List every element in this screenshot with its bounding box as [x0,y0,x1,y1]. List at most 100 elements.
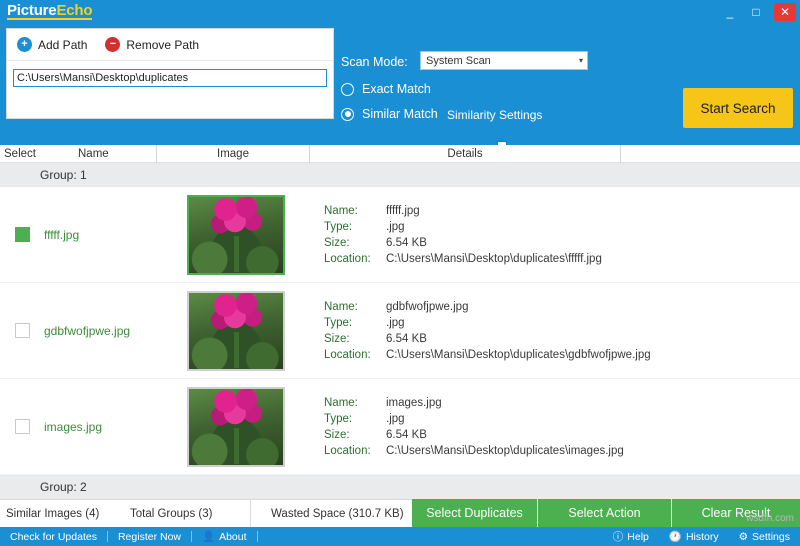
settings-link[interactable]: ⚙ Settings [729,531,800,543]
register-now-label: Register Now [117,530,181,543]
check-for-updates-link[interactable]: Check for Updates [0,531,107,543]
gear-icon: ⚙ [738,530,749,543]
table-row[interactable]: gdbfwofjpwe.jpg Name: gdbfwofjpwe.jpg Typ… [0,283,800,379]
footer-right-group: ⓘ Help 🕐 History ⚙ Settings [603,529,800,544]
image-thumbnail[interactable] [186,194,285,275]
column-header-name[interactable]: Name [78,145,156,163]
select-duplicates-button[interactable]: Select Duplicates [412,499,538,527]
detail-name-key: Name: [324,300,358,313]
detail-name-value: fffff.jpg [386,204,420,217]
scan-mode-label: Scan Mode: [341,55,408,69]
row-thumbnail-cell[interactable] [159,386,312,467]
remove-path-label: Remove Path [126,37,200,52]
chevron-down-icon: ▾ [578,56,583,65]
question-icon: ⓘ [612,531,624,543]
row-select-cell[interactable] [0,323,44,338]
header-divider [620,144,621,163]
row-file-name: gdbfwofjpwe.jpg [44,323,131,338]
detail-name-value: images.jpg [386,396,442,409]
column-header-details[interactable]: Details [310,145,620,163]
column-headers: Select Name Image Details [0,144,800,163]
app-window: PictureEcho _ □ ✕ + Add Path − Remove Pa… [0,0,800,546]
row-thumbnail-cell[interactable] [159,194,312,275]
flower-shape [209,292,262,335]
register-now-link[interactable]: Register Now [108,531,191,543]
image-thumbnail[interactable] [186,290,285,371]
detail-size-key: Size: [324,236,350,249]
path-selection-box: + Add Path − Remove Path [6,28,334,119]
logo-underline [7,18,93,20]
column-header-image[interactable]: Image [157,145,309,163]
check-for-updates-label: Check for Updates [10,530,97,543]
column-header-select[interactable]: Select [0,145,78,163]
start-search-button[interactable]: Start Search [683,88,793,128]
group-header: Group: 2 [0,475,800,499]
row-select-cell[interactable] [0,419,44,434]
row-file-name: images.jpg [44,419,103,434]
group-header: Group: 1 [0,163,800,187]
scan-mode-value: System Scan [426,54,491,67]
similar-match-radio-icon[interactable] [341,107,354,121]
watermark: wsdfn.com [746,513,794,524]
plus-icon: + [17,37,32,52]
history-label: History [685,530,719,543]
minimize-button[interactable]: _ [722,6,738,18]
path-toolbar: + Add Path − Remove Path [7,29,333,61]
detail-location-value: C:\Users\Mansi\Desktop\duplicates\gdbfwo… [386,348,651,361]
add-path-label: Add Path [38,37,88,52]
row-details-cell: Name: gdbfwofjpwe.jpg Type: .jpg Size: 6.54… [312,299,800,363]
control-panel: + Add Path − Remove Path Scan Mode: Syst… [0,25,800,161]
detail-type-value: .jpg [386,316,405,329]
about-link[interactable]: 👤 About [192,530,257,544]
add-path-button[interactable]: + Add Path [17,37,87,52]
window-controls: _ □ ✕ [722,3,796,21]
status-wasted-space: Wasted Space (310.7 KB) [271,507,404,520]
help-link[interactable]: ⓘ Help [603,529,659,544]
detail-name-key: Name: [324,204,358,217]
detail-type-value: .jpg [386,220,405,233]
detail-name-key: Name: [324,396,358,409]
minus-icon: − [105,37,121,52]
exact-match-option[interactable]: Exact Match [341,82,431,96]
maximize-button[interactable]: □ [748,6,764,18]
title-bar: PictureEcho _ □ ✕ [0,0,800,25]
exact-match-label: Exact Match [362,82,431,96]
row-checkbox[interactable] [14,227,30,242]
table-row[interactable]: images.jpg Name: images.jpg Type: .jpg Siz… [0,379,800,475]
row-details-cell: Name: images.jpg Type: .jpg Size: 6.54 KB L… [312,395,800,459]
select-action-button[interactable]: Select Action [538,499,672,527]
table-row[interactable]: fffff.jpg Name: fffff.jpg Type: .jpg Size:… [0,187,800,283]
history-link[interactable]: 🕐 History [659,530,729,544]
status-similar-images: Similar Images (4) [6,507,100,520]
detail-size-value: 6.54 KB [386,428,427,441]
detail-location-key: Location: [324,444,371,457]
detail-type-key: Type: [324,220,353,233]
person-icon: 👤 [202,531,216,543]
results-list[interactable]: Group: 1 fffff.jpg Name: fffff.jpg Type:.… [0,163,800,499]
detail-location-key: Location: [324,348,371,361]
flower-stem-shape [233,332,239,369]
footer-bar: Check for Updates Register Now 👤 About ⓘ… [0,527,800,546]
row-checkbox[interactable] [14,419,30,434]
row-checkbox[interactable] [14,323,30,338]
detail-size-key: Size: [324,428,350,441]
remove-path-button[interactable]: − Remove Path [105,37,199,52]
detail-type-key: Type: [324,316,353,329]
exact-match-radio-icon[interactable] [341,82,354,96]
detail-location-value: C:\Users\Mansi\Desktop\duplicates\fffff.… [386,252,602,265]
image-thumbnail[interactable] [186,386,285,467]
action-button-group: Select Duplicates Select Action Clear Re… [412,499,800,527]
path-input[interactable] [13,69,327,87]
similarity-settings-link[interactable]: Similarity Settings [447,108,542,122]
scan-mode-select[interactable]: System Scan ▾ [420,51,588,70]
flower-stem-shape [233,236,239,273]
row-select-cell[interactable] [0,227,44,242]
status-total-groups: Total Groups (3) [130,507,213,520]
similar-match-option[interactable]: Similar Match [341,107,438,121]
detail-size-value: 6.54 KB [386,332,427,345]
row-thumbnail-cell[interactable] [159,290,312,371]
footer-divider [256,531,258,542]
flower-shape [209,196,262,239]
detail-type-value: .jpg [386,412,405,425]
close-button[interactable]: ✕ [774,3,796,21]
